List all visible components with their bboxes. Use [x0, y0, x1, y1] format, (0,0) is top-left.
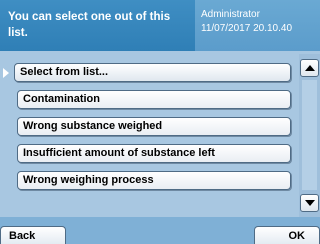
terminal-screen: You can select one out of this list. Adm… — [0, 0, 320, 244]
header-bar: You can select one out of this list. Adm… — [0, 0, 320, 51]
list-item-contamination[interactable]: Contamination — [17, 90, 291, 109]
date-time: 11/07/2017 20.10.40 — [201, 23, 293, 34]
user-info: Administrator 11/07/2017 20.10.40 — [195, 0, 320, 51]
back-button[interactable]: Back — [0, 226, 66, 244]
selection-list: Select from list... Contamination Wrong … — [0, 51, 298, 217]
user-name: Administrator — [201, 9, 260, 20]
arrow-up-icon — [304, 65, 315, 71]
scroll-down-button[interactable] — [300, 194, 319, 212]
list-item-insufficient-amount[interactable]: Insufficient amount of substance left — [17, 144, 291, 163]
arrow-down-icon — [304, 200, 315, 206]
list-item-wrong-substance[interactable]: Wrong substance weighed — [17, 117, 291, 136]
selection-marker-icon — [3, 68, 9, 78]
list-item-select-from-list[interactable]: Select from list... — [14, 63, 291, 82]
scroll-track[interactable] — [302, 80, 317, 190]
scrollbar[interactable] — [299, 54, 320, 217]
selection-list-area: Select from list... Contamination Wrong … — [0, 51, 320, 217]
ok-button[interactable]: OK — [254, 226, 320, 244]
scroll-up-button[interactable] — [300, 59, 319, 77]
instruction-message: You can select one out of this list. — [0, 0, 195, 51]
list-item-wrong-weighing-process[interactable]: Wrong weighing process — [17, 171, 291, 190]
footer-bar: Back OK — [0, 217, 320, 244]
